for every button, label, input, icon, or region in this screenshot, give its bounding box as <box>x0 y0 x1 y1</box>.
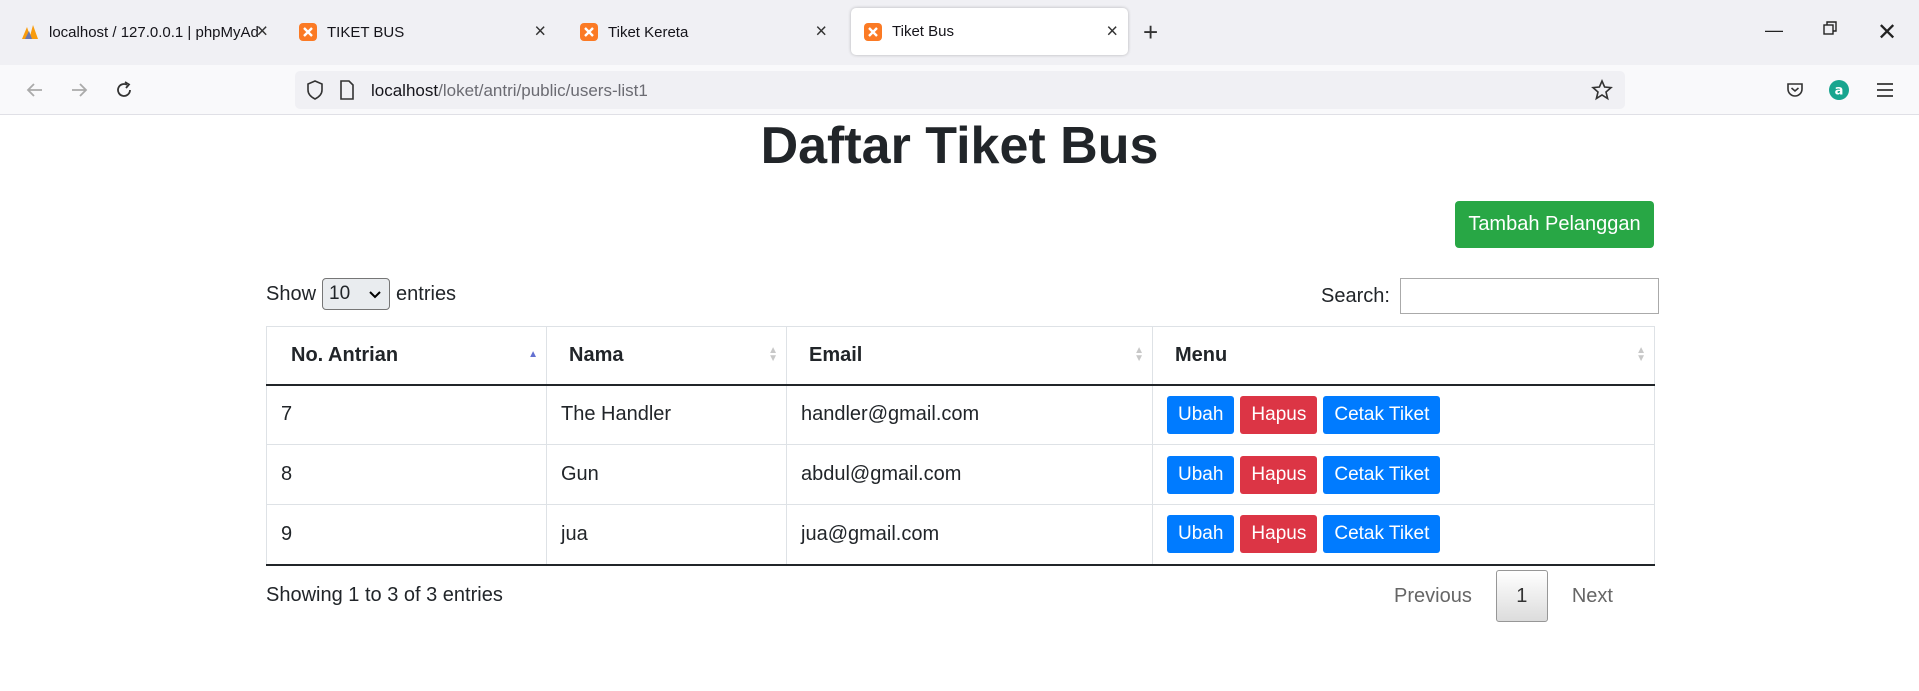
table-row: 9 jua jua@gmail.com Ubah Hapus Cetak Tik… <box>266 504 1655 566</box>
tab-tiket-bus[interactable]: Tiket Bus × <box>851 8 1128 55</box>
page-info-icon[interactable] <box>339 80 355 105</box>
row-actions: Ubah Hapus Cetak Tiket <box>1167 515 1654 554</box>
column-header-email[interactable]: Email ▲ ▼ <box>786 326 1153 386</box>
edit-button[interactable]: Ubah <box>1167 395 1235 434</box>
minimize-icon[interactable]: — <box>1765 20 1783 41</box>
tab-phpmyadmin[interactable]: localhost / 127.0.0.1 | phpMyAdmin × <box>8 10 278 54</box>
xampp-icon <box>579 22 599 42</box>
table-row: 7 The Handler handler@gmail.com Ubah Hap… <box>266 384 1655 445</box>
page-1-button[interactable]: 1 <box>1495 570 1548 622</box>
next-page-button[interactable]: Next <box>1572 585 1613 608</box>
back-icon[interactable] <box>20 75 50 105</box>
column-header-nama[interactable]: Nama ▲ ▼ <box>546 326 787 386</box>
tab-title: localhost / 127.0.0.1 | phpMyAdmin <box>49 23 259 41</box>
phpmyadmin-icon <box>20 22 40 42</box>
close-tab-icon[interactable]: × <box>534 21 546 44</box>
tab-title: Tiket Kereta <box>608 23 689 41</box>
sort-icon: ▲ ▼ <box>1636 345 1646 365</box>
previous-page-button[interactable]: Previous <box>1394 585 1472 608</box>
tab-title: Tiket Bus <box>892 23 954 40</box>
page-title: Daftar Tiket Bus <box>760 117 1159 175</box>
cell-menu: Ubah Hapus Cetak Tiket <box>1152 384 1655 445</box>
cell-menu: Ubah Hapus Cetak Tiket <box>1152 444 1655 505</box>
column-header-label: Menu <box>1175 343 1228 366</box>
column-header-label: Nama <box>569 343 624 366</box>
cell-nama: The Handler <box>546 384 787 445</box>
row-actions: Ubah Hapus Cetak Tiket <box>1167 455 1654 494</box>
shield-icon[interactable] <box>305 79 325 106</box>
chevron-down-icon <box>369 283 381 305</box>
cell-email: jua@gmail.com <box>786 504 1153 566</box>
url-path: /loket/antri/public/users-list1 <box>438 81 648 100</box>
tickets-table: No. Antrian ▲ Nama ▲ ▼ Email ▲ ▼ Menu ▲ ▼ <box>266 326 1655 566</box>
cell-email: handler@gmail.com <box>786 384 1153 445</box>
tab-title: TIKET BUS <box>327 23 405 41</box>
delete-button[interactable]: Hapus <box>1240 455 1318 494</box>
cell-nama: jua <box>546 504 787 566</box>
account-avatar-icon[interactable]: a <box>1824 75 1854 105</box>
sort-asc-icon: ▲ <box>528 349 538 361</box>
restore-icon[interactable] <box>1822 20 1838 41</box>
table-info: Showing 1 to 3 of 3 entries <box>266 584 503 606</box>
row-actions: Ubah Hapus Cetak Tiket <box>1167 395 1654 434</box>
svg-text:a: a <box>1835 84 1844 99</box>
xampp-icon <box>298 22 318 42</box>
table-header-row: No. Antrian ▲ Nama ▲ ▼ Email ▲ ▼ Menu ▲ ▼ <box>266 326 1655 386</box>
delete-button[interactable]: Hapus <box>1240 515 1318 554</box>
address-bar[interactable]: localhost/loket/antri/public/users-list1 <box>295 71 1625 109</box>
page-content: Daftar Tiket Bus Tambah Pelanggan Show 1… <box>0 116 1919 691</box>
add-customer-button[interactable]: Tambah Pelanggan <box>1455 201 1654 248</box>
pagination: Previous 1 Next <box>1394 570 1613 622</box>
page-length-control: Show 10 entries <box>266 278 456 310</box>
bookmark-star-icon[interactable] <box>1591 78 1613 106</box>
show-label: Show <box>266 282 317 305</box>
close-tab-icon[interactable]: × <box>256 21 268 44</box>
print-ticket-button[interactable]: Cetak Tiket <box>1323 395 1441 434</box>
entries-label: entries <box>396 282 457 305</box>
tab-tiket-bus-caps[interactable]: TIKET BUS × <box>286 10 556 54</box>
cell-menu: Ubah Hapus Cetak Tiket <box>1152 504 1655 566</box>
close-window-icon[interactable]: ✕ <box>1877 18 1897 47</box>
sort-icon: ▲ ▼ <box>1134 345 1144 365</box>
nav-bar: localhost/loket/antri/public/users-list1… <box>0 65 1919 115</box>
search-control: Search: <box>1321 278 1659 314</box>
pocket-icon[interactable] <box>1780 75 1810 105</box>
column-header-label: No. Antrian <box>291 343 399 366</box>
cell-no: 8 <box>266 444 547 505</box>
menu-icon[interactable] <box>1870 75 1900 105</box>
forward-icon[interactable] <box>64 75 94 105</box>
page-length-select[interactable]: 10 <box>322 278 391 310</box>
reload-icon[interactable] <box>109 75 139 105</box>
cell-email: abdul@gmail.com <box>786 444 1153 505</box>
cell-no: 9 <box>266 504 547 566</box>
table-row: 8 Gun abdul@gmail.com Ubah Hapus Cetak T… <box>266 444 1655 505</box>
url-text[interactable]: localhost/loket/antri/public/users-list1 <box>371 81 648 101</box>
cell-nama: Gun <box>546 444 787 505</box>
print-ticket-button[interactable]: Cetak Tiket <box>1323 455 1441 494</box>
edit-button[interactable]: Ubah <box>1167 515 1235 554</box>
search-label: Search: <box>1321 284 1390 307</box>
tab-tiket-kereta[interactable]: Tiket Kereta × <box>567 10 837 54</box>
edit-button[interactable]: Ubah <box>1167 455 1235 494</box>
column-header-no-antrian[interactable]: No. Antrian ▲ <box>266 326 547 386</box>
tab-bar: localhost / 127.0.0.1 | phpMyAdmin × TIK… <box>0 0 1919 65</box>
page-length-value: 10 <box>329 283 351 304</box>
search-input[interactable] <box>1399 278 1659 314</box>
column-header-menu[interactable]: Menu ▲ ▼ <box>1152 326 1655 386</box>
url-host: localhost <box>371 81 439 100</box>
print-ticket-button[interactable]: Cetak Tiket <box>1323 515 1441 554</box>
delete-button[interactable]: Hapus <box>1240 395 1318 434</box>
xampp-icon <box>863 22 883 42</box>
cell-no: 7 <box>266 384 547 445</box>
column-header-label: Email <box>809 343 863 366</box>
close-tab-icon[interactable]: × <box>815 21 827 44</box>
new-tab-icon[interactable]: + <box>1143 18 1158 46</box>
close-tab-icon[interactable]: × <box>1106 20 1118 43</box>
sort-icon: ▲ ▼ <box>768 345 778 365</box>
